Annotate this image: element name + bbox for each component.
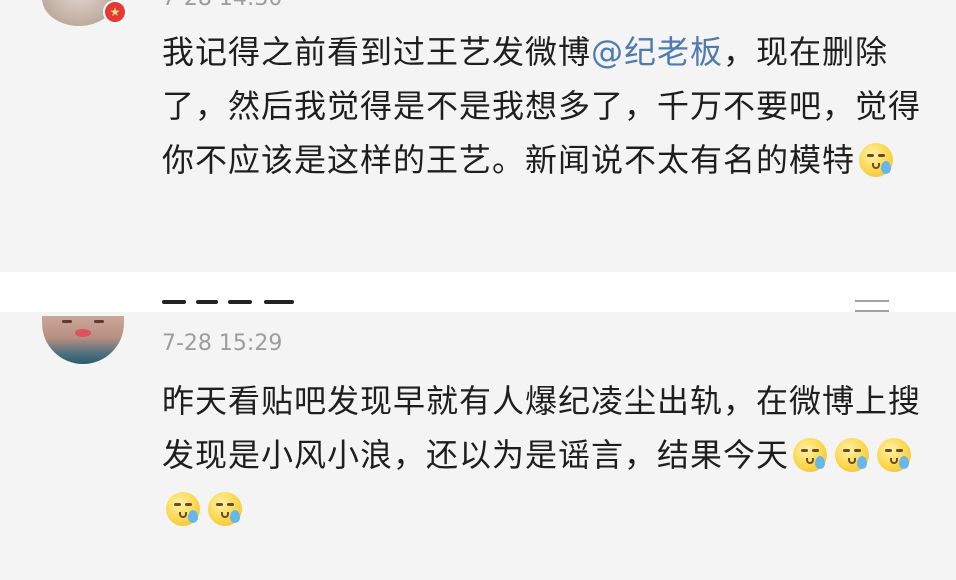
comment-text: 昨天看贴吧发现早就有人爆纪凌尘出轨，在微博上搜发现是小风小浪，还以为是谣言，结果… — [162, 374, 922, 536]
vip-badge-icon: ★ — [103, 0, 127, 24]
comment-text: 我记得之前看到过王艺发微博@纪老板，现在删除了，然后我觉得是不是我想多了，千万不… — [162, 25, 922, 187]
separator — [0, 272, 956, 312]
cry-emoji-icon — [208, 492, 242, 526]
comment-text-part: 我记得之前看到过王艺发微博 — [162, 33, 592, 71]
comment-time: 7-28 14:30 — [162, 0, 282, 11]
more-options-icon[interactable] — [855, 296, 889, 316]
mention-link[interactable]: @纪老板 — [591, 33, 723, 71]
comment-time: 7-28 15:29 — [162, 331, 283, 356]
cry-emoji-icon — [166, 492, 200, 526]
cry-emoji-icon — [859, 143, 894, 177]
username-cropped[interactable] — [162, 296, 302, 310]
cry-emoji-icon — [835, 438, 870, 472]
cry-emoji-icon — [877, 438, 912, 472]
cry-emoji-icon — [793, 438, 828, 472]
